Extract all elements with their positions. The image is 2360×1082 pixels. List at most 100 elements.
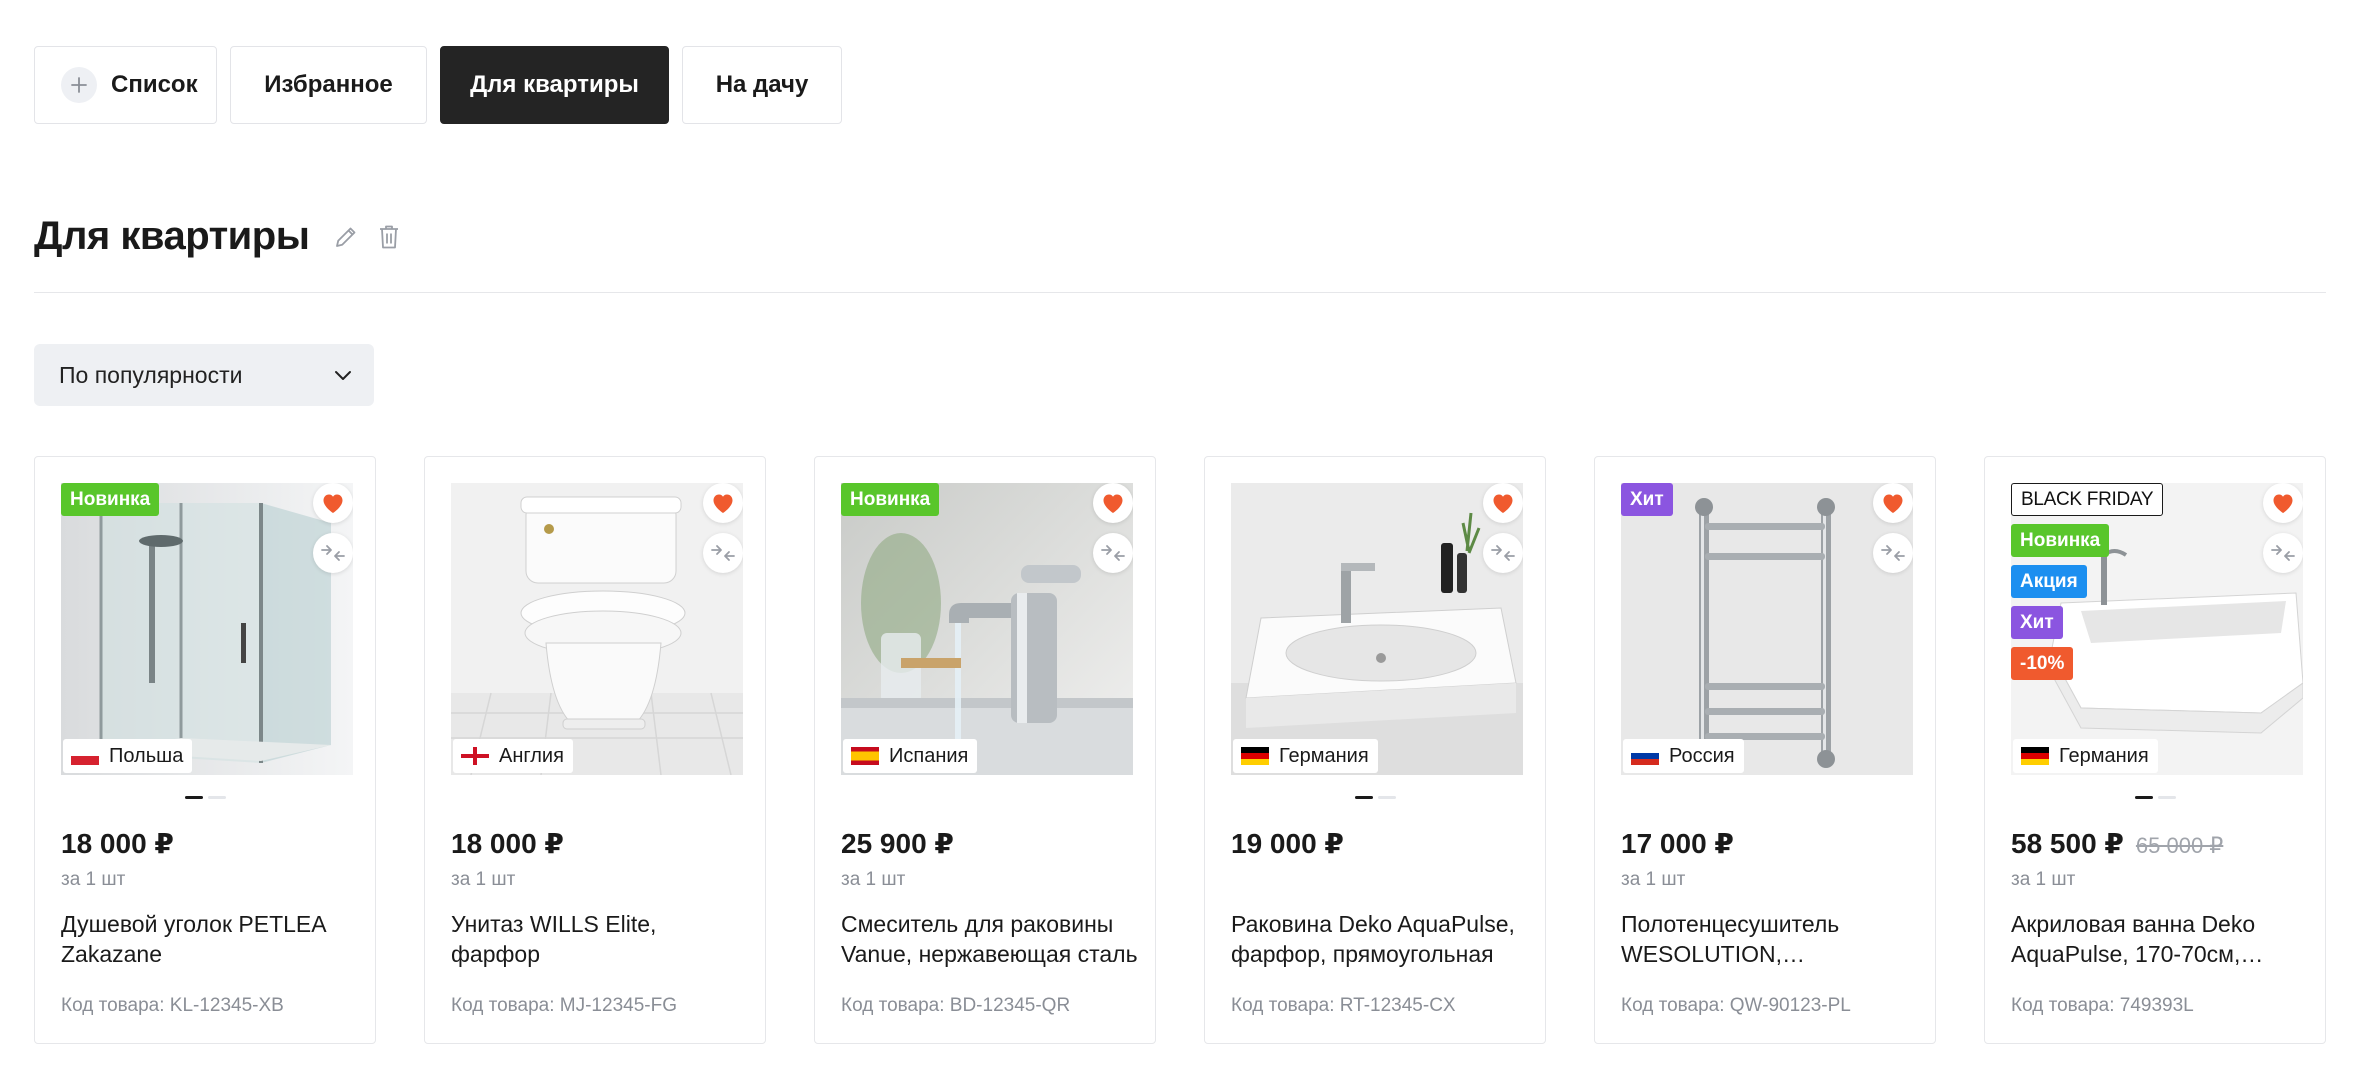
price: 18 000 ₽ <box>451 828 564 859</box>
product-card[interactable]: Англия 18 000 ₽ за 1 шт Унитаз WILLS Eli… <box>424 456 766 1044</box>
country-tag: Англия <box>453 739 573 773</box>
pagination-dot[interactable] <box>2135 796 2153 799</box>
badge-black-friday: BLACK FRIDAY <box>2011 483 2164 516</box>
product-image[interactable]: Хит Россия <box>1621 483 1913 775</box>
badge-new: Новинка <box>61 483 160 516</box>
towel-rail-image <box>1621 483 1913 775</box>
product-card[interactable]: Новинка Польша 18 000 ₽ за 1 шт Душевой … <box>34 456 376 1044</box>
heart-icon[interactable] <box>2263 483 2303 523</box>
price-row: 17 000 ₽ <box>1621 827 1734 860</box>
sink-image <box>1231 483 1523 775</box>
shower-cabin-image <box>61 483 353 775</box>
product-image[interactable]: Новинка Испания <box>841 483 1133 775</box>
compare-icon[interactable] <box>1483 533 1523 573</box>
tab-list[interactable]: Список <box>34 46 217 124</box>
tab-favorites-label: Избранное <box>264 71 393 98</box>
heart-icon[interactable] <box>1483 483 1523 523</box>
unit-label: за 1 шт <box>841 869 906 890</box>
product-image[interactable]: Германия <box>1231 483 1523 775</box>
product-name[interactable]: Смеситель для раковины Vanue, нержавеюща… <box>841 909 1141 969</box>
chevron-down-icon <box>335 371 351 380</box>
tab-favorites[interactable]: Избранное <box>230 46 427 124</box>
product-card[interactable]: BLACK FRIDAY Новинка Акция Хит -10% Герм… <box>1984 456 2326 1044</box>
badge-new: Новинка <box>2011 524 2110 557</box>
sort-select[interactable]: По популярности <box>34 344 374 406</box>
heart-icon[interactable] <box>313 483 353 523</box>
price: 17 000 ₽ <box>1621 828 1734 859</box>
badge-hit: Хит <box>2011 606 2063 639</box>
pencil-icon[interactable] <box>331 222 361 252</box>
country-tag: Польша <box>63 739 193 773</box>
product-name[interactable]: Полотенцесушитель WESOLUTION,… <box>1621 909 1921 969</box>
flag-russia-icon <box>1631 747 1659 765</box>
unit-label: за 1 шт <box>1621 869 1686 890</box>
image-pagination <box>2135 796 2176 799</box>
compare-icon[interactable] <box>703 533 743 573</box>
tab-apartment-label: Для квартиры <box>470 71 639 98</box>
price-row: 25 900 ₽ <box>841 827 954 860</box>
tab-list-label: Список <box>111 71 198 98</box>
flag-england-icon <box>461 747 489 765</box>
pagination-dot[interactable] <box>1378 796 1396 799</box>
tab-dacha-label: На дачу <box>715 71 809 98</box>
image-pagination <box>185 796 226 799</box>
price: 19 000 ₽ <box>1231 828 1344 859</box>
price-row: 19 000 ₽ <box>1231 827 1344 860</box>
tab-apartment[interactable]: Для квартиры <box>440 46 669 124</box>
country-tag: Германия <box>2013 739 2158 773</box>
product-card[interactable]: Германия 19 000 ₽ Раковина Deko AquaPuls… <box>1204 456 1546 1044</box>
product-image[interactable]: Новинка Польша <box>61 483 353 775</box>
country-tag: Германия <box>1233 739 1378 773</box>
tab-dacha[interactable]: На дачу <box>682 46 842 124</box>
title-row: Для квартиры <box>34 214 403 259</box>
country-name: Россия <box>1669 744 1735 767</box>
country-tag: Россия <box>1623 739 1744 773</box>
unit-label: за 1 шт <box>2011 869 2076 890</box>
badges: Новинка <box>841 483 940 516</box>
price: 58 500 ₽ <box>2011 828 2124 859</box>
product-sku: Код товара: 749393L <box>2011 995 2194 1016</box>
compare-icon[interactable] <box>313 533 353 573</box>
badges: Новинка <box>61 483 160 516</box>
price-row: 58 500 ₽ 65 000 ₽ <box>2011 827 2223 860</box>
trash-icon[interactable] <box>375 222 403 252</box>
pagination-dot[interactable] <box>2158 796 2176 799</box>
price-row: 18 000 ₽ <box>451 827 564 860</box>
country-tag: Испания <box>843 739 978 773</box>
product-sku: Код товара: KL-12345-XB <box>61 995 284 1016</box>
price: 25 900 ₽ <box>841 828 954 859</box>
pagination-dot[interactable] <box>185 796 203 799</box>
product-name[interactable]: Душевой уголок PETLEA Zakazane <box>61 909 361 969</box>
product-image[interactable]: BLACK FRIDAY Новинка Акция Хит -10% Герм… <box>2011 483 2303 775</box>
image-pagination <box>1355 796 1396 799</box>
compare-icon[interactable] <box>1873 533 1913 573</box>
product-sku: Код товара: QW-90123-PL <box>1621 995 1851 1016</box>
heart-icon[interactable] <box>1093 483 1133 523</box>
faucet-image <box>841 483 1133 775</box>
product-card[interactable]: Хит Россия 17 000 ₽ за 1 шт Полотенцесуш… <box>1594 456 1936 1044</box>
flag-germany-icon <box>2021 747 2049 765</box>
badge-new: Новинка <box>841 483 940 516</box>
product-sku: Код товара: BD-12345-QR <box>841 995 1071 1016</box>
plus-icon <box>61 67 97 103</box>
badges: Хит <box>1621 483 1673 516</box>
compare-icon[interactable] <box>2263 533 2303 573</box>
pagination-dot[interactable] <box>1355 796 1373 799</box>
product-name[interactable]: Раковина Deko AquaPulse, фарфор, прямоуг… <box>1231 909 1531 969</box>
product-name[interactable]: Акриловая ванна Deko AquaPulse, 170-70см… <box>2011 909 2311 969</box>
page-title: Для квартиры <box>34 214 310 258</box>
product-card[interactable]: Новинка Испания 25 900 ₽ за 1 шт Смесите… <box>814 456 1156 1044</box>
product-name[interactable]: Унитаз WILLS Elite, фарфор <box>451 909 751 969</box>
pagination-dot[interactable] <box>208 796 226 799</box>
flag-poland-icon <box>71 747 99 765</box>
heart-icon[interactable] <box>1873 483 1913 523</box>
country-name: Испания <box>889 744 969 767</box>
flag-germany-icon <box>1241 747 1269 765</box>
toilet-image <box>451 483 743 775</box>
compare-icon[interactable] <box>1093 533 1133 573</box>
product-image[interactable]: Англия <box>451 483 743 775</box>
badges: BLACK FRIDAY Новинка Акция Хит -10% <box>2011 483 2164 680</box>
product-sku: Код товара: MJ-12345-FG <box>451 995 677 1016</box>
heart-icon[interactable] <box>703 483 743 523</box>
badge-discount: -10% <box>2011 647 2074 680</box>
